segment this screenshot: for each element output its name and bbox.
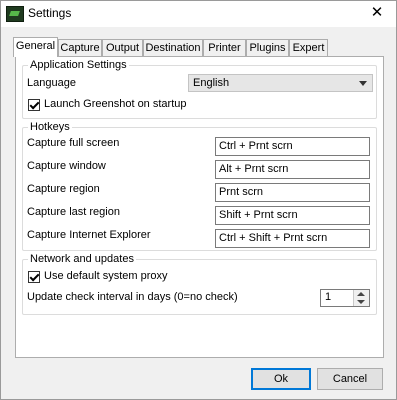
network-updates-group: Network and updates Use default system p… [22,253,377,315]
update-interval-label: Update check interval in days (0=no chec… [27,291,238,303]
hotkey-label-full-screen: Capture full screen [27,137,120,149]
network-updates-title: Network and updates [28,253,136,265]
hotkeys-title: Hotkeys [28,121,72,133]
greenshot-icon [6,6,24,22]
update-interval-value: 1 [325,291,332,303]
hotkey-input-internet-explorer[interactable]: Ctrl + Shift + Prnt scrn [215,229,370,248]
default-proxy-checkbox[interactable] [28,271,40,283]
title-bar: Settings ✕ [1,1,396,27]
launch-on-startup-label: Launch Greenshot on startup [44,98,187,110]
arrow-up-icon[interactable] [357,292,365,296]
checkmark-icon [29,271,40,282]
application-settings-group: Application Settings Language English La… [22,59,377,119]
hotkey-input-region[interactable]: Prnt scrn [215,183,370,202]
default-proxy-label: Use default system proxy [44,270,168,282]
settings-window: Settings ✕ General Capture Output Destin… [0,0,397,400]
hotkey-label-internet-explorer: Capture Internet Explorer [27,229,151,241]
tab-destination[interactable]: Destination [143,39,203,56]
language-label: Language [27,77,76,89]
application-settings-title: Application Settings [28,59,129,71]
general-tab-panel: Application Settings Language English La… [15,56,384,358]
checkmark-icon [29,99,40,110]
ok-button[interactable]: Ok [251,368,311,390]
chevron-down-icon [359,81,367,86]
tab-printer[interactable]: Printer [203,39,246,56]
launch-on-startup-checkbox[interactable] [28,99,40,111]
update-interval-stepper[interactable]: 1 [320,289,370,307]
hotkey-label-last-region: Capture last region [27,206,120,218]
hotkey-input-full-screen[interactable]: Ctrl + Prnt scrn [215,137,370,156]
arrow-down-icon[interactable] [357,300,365,304]
hotkey-label-window: Capture window [27,160,106,172]
language-select[interactable]: English [188,74,373,92]
stepper-buttons[interactable] [353,290,369,306]
close-icon[interactable]: ✕ [365,3,389,23]
language-select-value: English [193,77,230,89]
hotkeys-group: Hotkeys Capture full screen Ctrl + Prnt … [22,121,377,251]
window-title: Settings [28,6,72,20]
hotkey-label-region: Capture region [27,183,100,195]
hotkey-input-window[interactable]: Alt + Prnt scrn [215,160,370,179]
hotkey-input-last-region[interactable]: Shift + Prnt scrn [215,206,370,225]
tab-general[interactable]: General [13,37,58,57]
tab-expert[interactable]: Expert [289,39,328,56]
tab-capture[interactable]: Capture [58,39,102,56]
cancel-button[interactable]: Cancel [317,368,383,390]
tab-output[interactable]: Output [102,39,143,56]
tab-plugins[interactable]: Plugins [246,39,289,56]
